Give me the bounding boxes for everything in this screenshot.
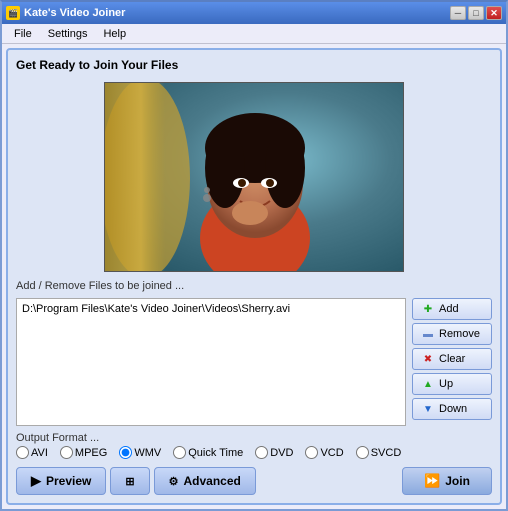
remove-icon: ▬ bbox=[421, 327, 435, 341]
format-avi: AVI bbox=[16, 446, 48, 459]
preview-image bbox=[105, 83, 403, 271]
menu-bar: File Settings Help bbox=[2, 24, 506, 44]
files-area: D:\Program Files\Kate's Video Joiner\Vid… bbox=[16, 298, 492, 426]
format-quicktime: Quick Time bbox=[173, 446, 243, 459]
output-section: Output Format ... AVI MPEG WMV Quick Tim… bbox=[16, 432, 492, 459]
radio-quicktime[interactable] bbox=[173, 446, 186, 459]
minimize-button[interactable]: ─ bbox=[450, 6, 466, 20]
join-icon: ⏩ bbox=[424, 473, 440, 489]
label-dvd[interactable]: DVD bbox=[270, 447, 293, 459]
maximize-button[interactable]: □ bbox=[468, 6, 484, 20]
list-item: D:\Program Files\Kate's Video Joiner\Vid… bbox=[20, 302, 402, 316]
bottom-buttons: ▶ Preview ⊞ ⚙ Advanced ⏩ Join bbox=[16, 467, 492, 495]
section-title: Get Ready to Join Your Files bbox=[16, 58, 492, 72]
label-quicktime[interactable]: Quick Time bbox=[188, 447, 243, 459]
radio-vcd[interactable] bbox=[305, 446, 318, 459]
files-label: Add / Remove Files to be joined ... bbox=[16, 280, 492, 292]
preview-button[interactable]: ▶ Preview bbox=[16, 467, 106, 495]
menu-file[interactable]: File bbox=[6, 26, 40, 42]
format-svcd: SVCD bbox=[356, 446, 402, 459]
files-list[interactable]: D:\Program Files\Kate's Video Joiner\Vid… bbox=[16, 298, 406, 426]
radio-avi[interactable] bbox=[16, 446, 29, 459]
main-panel: Get Ready to Join Your Files bbox=[6, 48, 502, 505]
label-vcd[interactable]: VCD bbox=[320, 447, 343, 459]
main-window: 🎬 Kate's Video Joiner ─ □ ✕ File Setting… bbox=[0, 0, 508, 511]
output-format-row: AVI MPEG WMV Quick Time DVD bbox=[16, 446, 492, 459]
frames-button[interactable]: ⊞ bbox=[110, 467, 149, 495]
title-bar: 🎬 Kate's Video Joiner ─ □ ✕ bbox=[2, 2, 506, 24]
close-button[interactable]: ✕ bbox=[486, 6, 502, 20]
advanced-button[interactable]: ⚙ Advanced bbox=[154, 467, 256, 495]
add-button[interactable]: ✚ Add bbox=[412, 298, 492, 320]
preview-icon: ▶ bbox=[31, 473, 41, 489]
clear-icon: ✖ bbox=[421, 352, 435, 366]
advanced-icon: ⚙ bbox=[169, 475, 179, 488]
label-svcd[interactable]: SVCD bbox=[371, 447, 402, 459]
format-mpeg: MPEG bbox=[60, 446, 107, 459]
format-wmv: WMV bbox=[119, 446, 161, 459]
radio-svcd[interactable] bbox=[356, 446, 369, 459]
up-icon: ▲ bbox=[421, 377, 435, 391]
clear-button[interactable]: ✖ Clear bbox=[412, 348, 492, 370]
down-icon: ▼ bbox=[421, 402, 435, 416]
video-preview bbox=[104, 82, 404, 272]
window-title: Kate's Video Joiner bbox=[24, 7, 125, 19]
menu-help[interactable]: Help bbox=[95, 26, 134, 42]
app-icon: 🎬 bbox=[6, 6, 20, 20]
up-button[interactable]: ▲ Up bbox=[412, 373, 492, 395]
join-button[interactable]: ⏩ Join bbox=[402, 467, 492, 495]
frames-icon: ⊞ bbox=[125, 475, 134, 488]
radio-wmv[interactable] bbox=[119, 446, 132, 459]
add-icon: ✚ bbox=[421, 302, 435, 316]
label-wmv[interactable]: WMV bbox=[134, 447, 161, 459]
format-vcd: VCD bbox=[305, 446, 343, 459]
bottom-left-buttons: ▶ Preview ⊞ ⚙ Advanced bbox=[16, 467, 256, 495]
radio-dvd[interactable] bbox=[255, 446, 268, 459]
label-mpeg[interactable]: MPEG bbox=[75, 447, 107, 459]
files-buttons: ✚ Add ▬ Remove ✖ Clear ▲ Up ▼ Down bbox=[412, 298, 492, 426]
down-button[interactable]: ▼ Down bbox=[412, 398, 492, 420]
menu-settings[interactable]: Settings bbox=[40, 26, 96, 42]
title-bar-left: 🎬 Kate's Video Joiner bbox=[6, 6, 125, 20]
remove-button[interactable]: ▬ Remove bbox=[412, 323, 492, 345]
label-avi[interactable]: AVI bbox=[31, 447, 48, 459]
format-dvd: DVD bbox=[255, 446, 293, 459]
window-controls: ─ □ ✕ bbox=[450, 6, 502, 20]
output-label: Output Format ... bbox=[16, 432, 492, 444]
radio-mpeg[interactable] bbox=[60, 446, 73, 459]
